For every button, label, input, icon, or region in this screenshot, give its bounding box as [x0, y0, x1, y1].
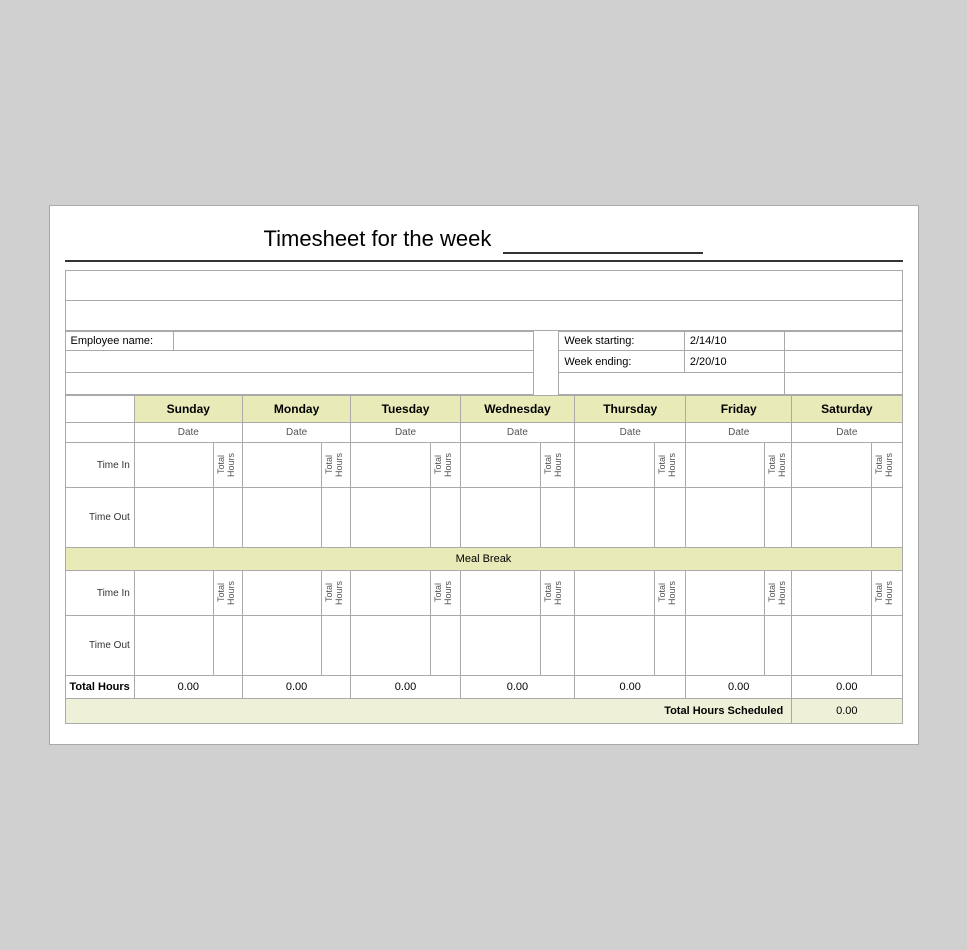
friday-timeout-1[interactable]: [686, 488, 765, 548]
sunday-totalhours-1: TotalHours: [215, 451, 237, 479]
sunday-timeout-1[interactable]: [134, 488, 213, 548]
wednesday-timein-1[interactable]: [460, 443, 540, 488]
monday-timein-2[interactable]: [242, 571, 321, 616]
friday-timeout-2[interactable]: [686, 616, 765, 676]
wednesday-totalhours-2: TotalHours: [542, 579, 564, 607]
tuesday-totalhours-2: TotalHours: [432, 579, 454, 607]
monday-total: 0.00: [242, 676, 351, 699]
monday-date[interactable]: Date: [242, 423, 351, 443]
thursday-total: 0.00: [575, 676, 686, 699]
saturday-totalhours-2: TotalHours: [873, 579, 895, 607]
friday-timein-2[interactable]: [686, 571, 765, 616]
friday-totalhours-1: TotalHours: [766, 451, 788, 479]
saturday-total: 0.00: [792, 676, 902, 699]
thursday-timeout-2[interactable]: [575, 616, 655, 676]
tuesday-date[interactable]: Date: [351, 423, 460, 443]
sunday-header: Sunday: [134, 396, 242, 423]
tuesday-timeout-2[interactable]: [351, 616, 430, 676]
thursday-totalhours-1: TotalHours: [656, 451, 678, 479]
title: Timesheet for the week: [65, 226, 903, 262]
meal-break-label: Meal Break: [65, 548, 902, 571]
employee-label: Employee name:: [65, 332, 174, 351]
saturday-timeout-2[interactable]: [792, 616, 872, 676]
monday-totalhours-2: TotalHours: [323, 579, 345, 607]
thursday-date[interactable]: Date: [575, 423, 686, 443]
monday-timeout-2[interactable]: [242, 616, 321, 676]
wednesday-timeout-1[interactable]: [460, 488, 540, 548]
thursday-timein-2[interactable]: [575, 571, 655, 616]
title-underline: [503, 226, 703, 254]
monday-header: Monday: [242, 396, 351, 423]
week-ending-label: Week ending:: [559, 351, 685, 373]
time-in-label-2: Time In: [65, 571, 134, 616]
tuesday-timein-1[interactable]: [351, 443, 430, 488]
wednesday-timeout-2[interactable]: [460, 616, 540, 676]
employee-name-input[interactable]: [174, 332, 534, 351]
wednesday-header: Wednesday: [460, 396, 575, 423]
tuesday-timeout-1[interactable]: [351, 488, 430, 548]
time-out-label-1: Time Out: [65, 488, 134, 548]
friday-total: 0.00: [686, 676, 792, 699]
friday-date[interactable]: Date: [686, 423, 792, 443]
thursday-header: Thursday: [575, 396, 686, 423]
sunday-date[interactable]: Date: [134, 423, 242, 443]
sunday-total: 0.00: [134, 676, 242, 699]
wednesday-timein-2[interactable]: [460, 571, 540, 616]
saturday-totalhours-1: TotalHours: [873, 451, 895, 479]
friday-header: Friday: [686, 396, 792, 423]
title-text: Timesheet for the week: [264, 226, 492, 251]
saturday-timein-1[interactable]: [792, 443, 872, 488]
saturday-timeout-1[interactable]: [792, 488, 872, 548]
saturday-header: Saturday: [792, 396, 902, 423]
wednesday-total: 0.00: [460, 676, 575, 699]
tuesday-total: 0.00: [351, 676, 460, 699]
sunday-timeout-2[interactable]: [134, 616, 213, 676]
tuesday-timein-2[interactable]: [351, 571, 430, 616]
tuesday-header: Tuesday: [351, 396, 460, 423]
scheduled-value: 0.00: [792, 699, 902, 724]
thursday-totalhours-2: TotalHours: [656, 579, 678, 607]
thursday-timeout-1[interactable]: [575, 488, 655, 548]
sunday-totalhours-2: TotalHours: [215, 579, 237, 607]
timesheet-container: Timesheet for the week Employee name: We…: [49, 205, 919, 745]
time-in-label-1: Time In: [65, 443, 134, 488]
sunday-timein-2[interactable]: [134, 571, 213, 616]
tuesday-totalhours-1: TotalHours: [432, 451, 454, 479]
monday-timeout-1[interactable]: [242, 488, 321, 548]
monday-timein-1[interactable]: [242, 443, 321, 488]
thursday-timein-1[interactable]: [575, 443, 655, 488]
monday-totalhours-1: TotalHours: [323, 451, 345, 479]
friday-timein-1[interactable]: [686, 443, 765, 488]
saturday-date[interactable]: Date: [792, 423, 902, 443]
week-starting-label: Week starting:: [559, 332, 685, 351]
wednesday-totalhours-1: TotalHours: [542, 451, 564, 479]
time-out-label-2: Time Out: [65, 616, 134, 676]
scheduled-label: Total Hours Scheduled: [65, 699, 792, 724]
week-ending-value: 2/20/10: [684, 351, 784, 373]
week-starting-value: 2/14/10: [684, 332, 784, 351]
sunday-timein-1[interactable]: [134, 443, 213, 488]
saturday-timein-2[interactable]: [792, 571, 872, 616]
total-hours-row-label: Total Hours: [65, 676, 134, 699]
friday-totalhours-2: TotalHours: [766, 579, 788, 607]
wednesday-date[interactable]: Date: [460, 423, 575, 443]
